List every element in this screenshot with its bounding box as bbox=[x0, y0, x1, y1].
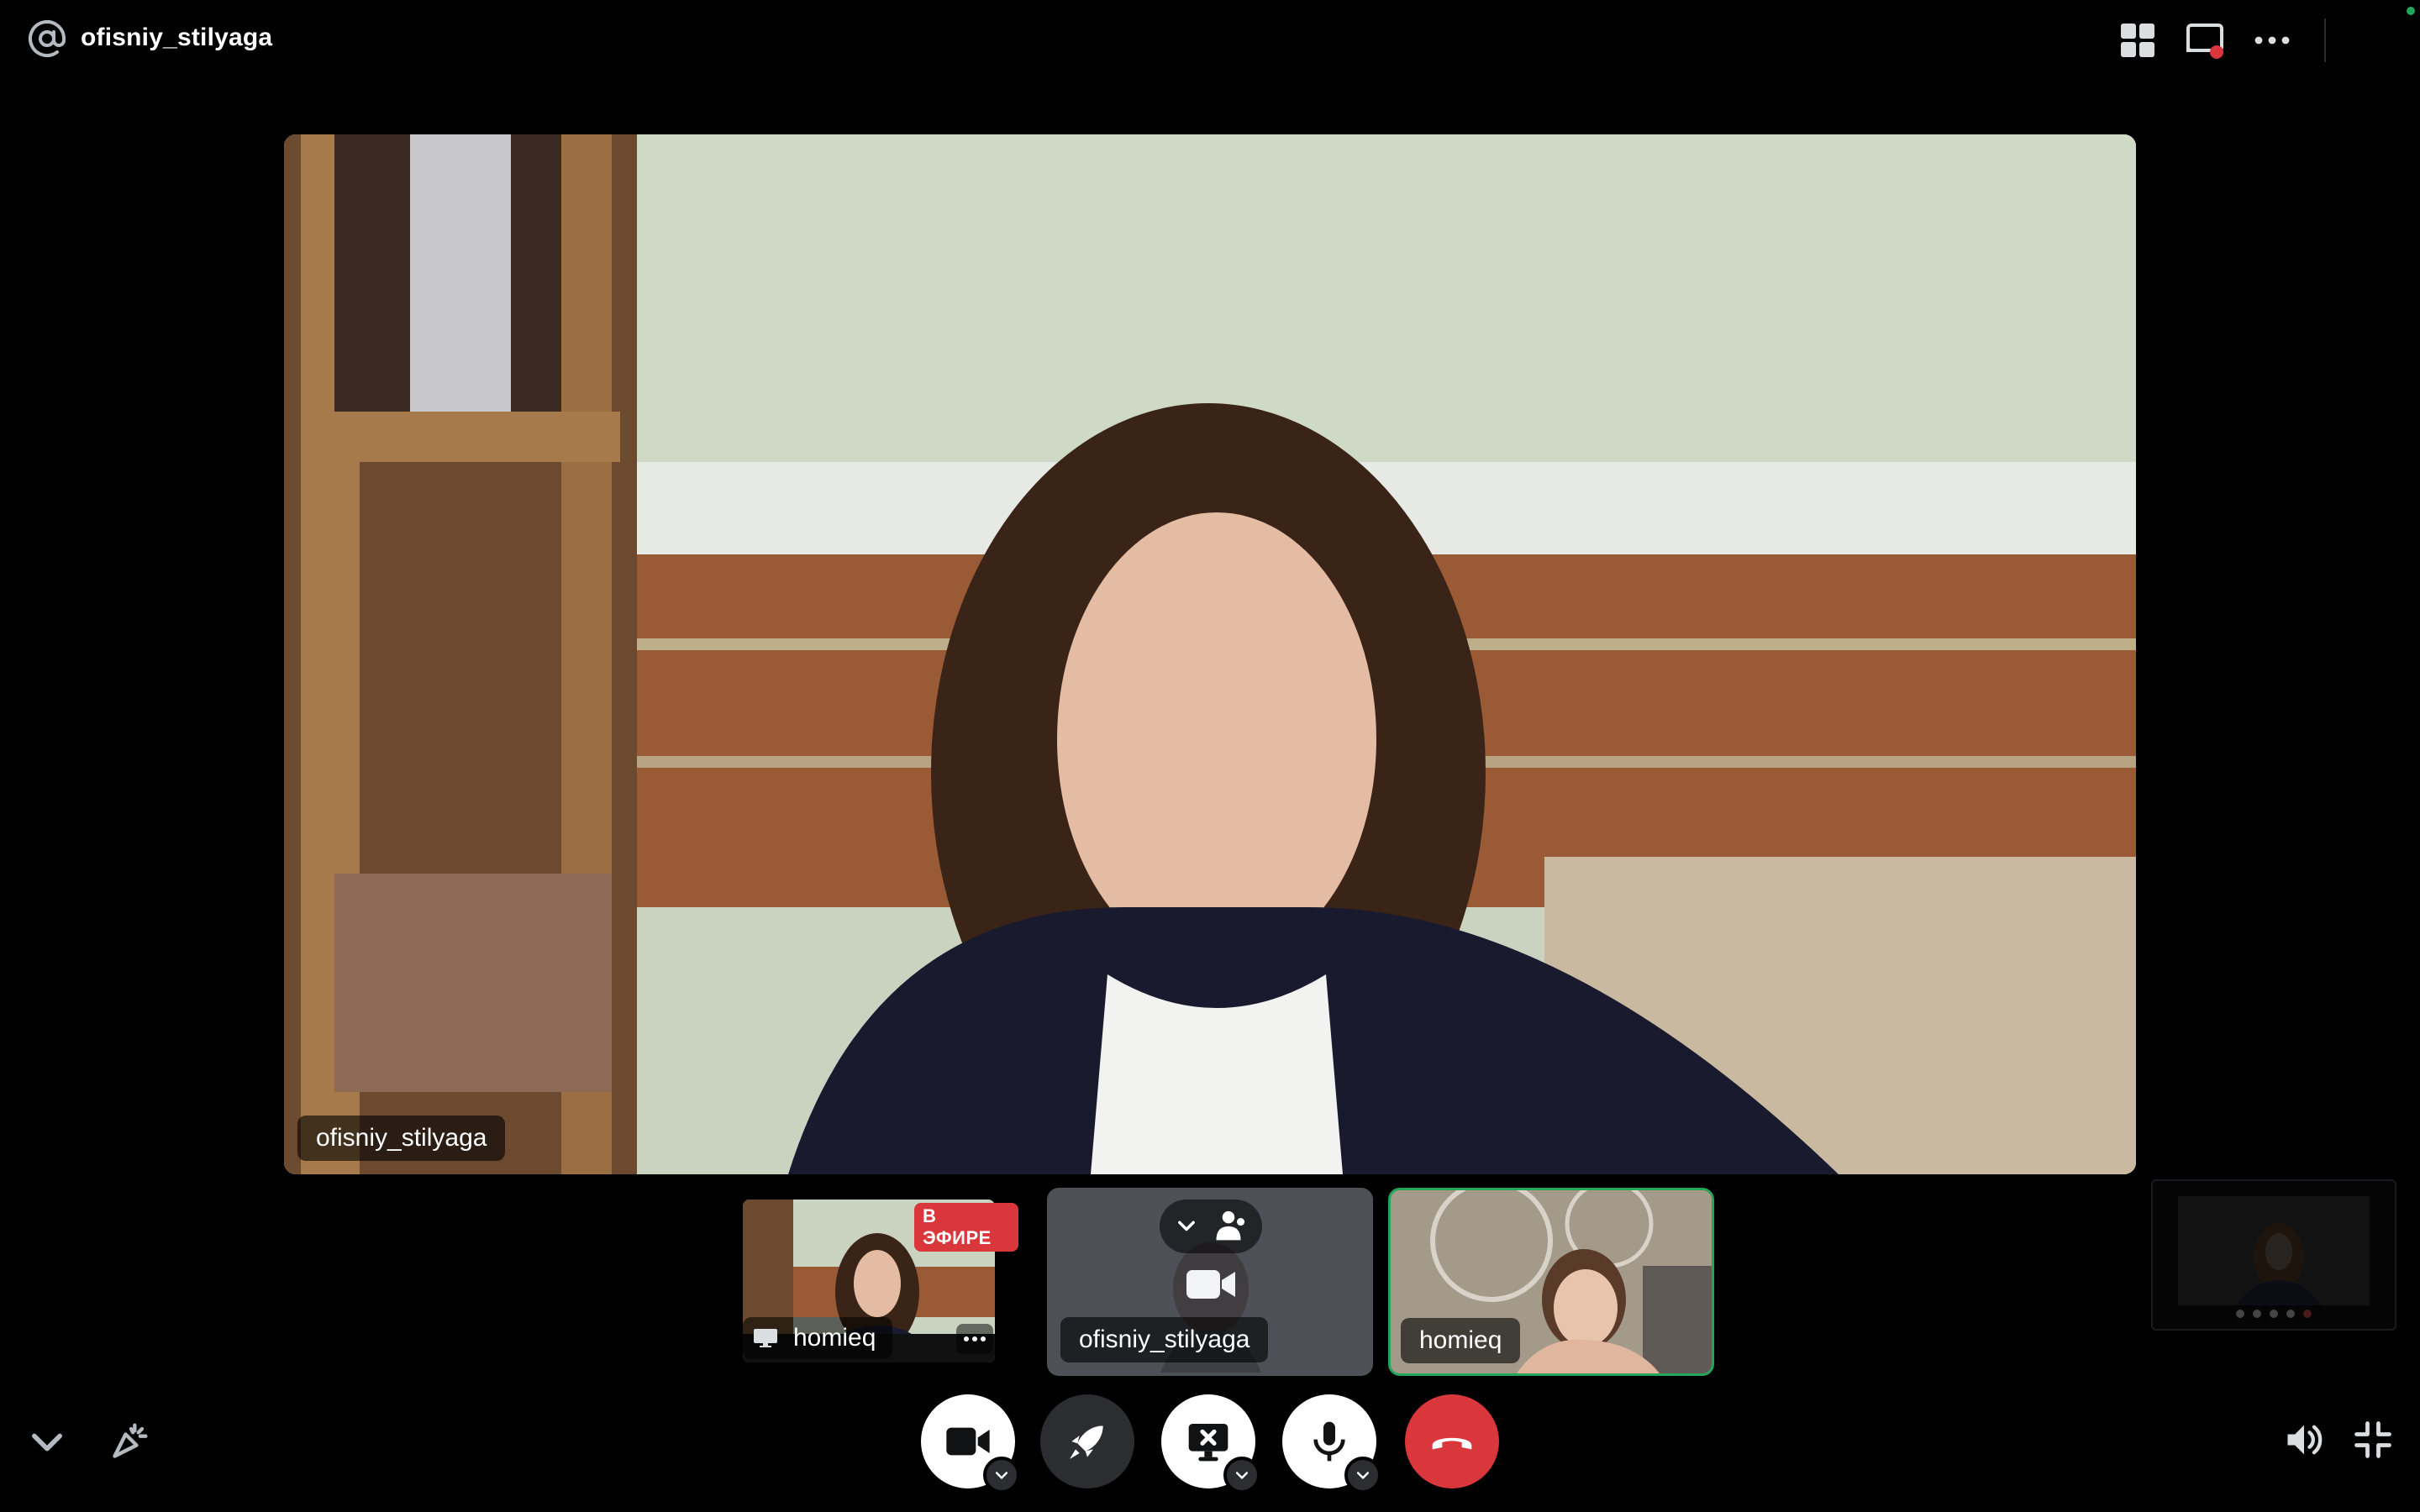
rocket-icon bbox=[1070, 1425, 1103, 1459]
camera-icon bbox=[946, 1427, 990, 1456]
stream-participant-label: homieq bbox=[793, 1324, 876, 1352]
popout-icon[interactable] bbox=[2185, 20, 2225, 60]
screen-share-options-button[interactable] bbox=[1223, 1457, 1260, 1494]
camera-button[interactable] bbox=[921, 1394, 1020, 1494]
chevron-down-icon bbox=[995, 1472, 1008, 1479]
more-options-icon[interactable] bbox=[2252, 20, 2292, 60]
tile-overlay-controls[interactable] bbox=[1160, 1200, 1262, 1253]
call-controls bbox=[0, 1394, 2420, 1512]
stream-more-icon[interactable] bbox=[956, 1324, 993, 1354]
mini-preview-thumbnail bbox=[2178, 1196, 2370, 1318]
microphone-icon bbox=[1313, 1421, 1345, 1462]
exit-fullscreen-icon[interactable] bbox=[2351, 1418, 2395, 1462]
top-bar: ofisniy_stilyaga bbox=[0, 0, 2420, 81]
video-frame-illustration bbox=[284, 134, 2136, 1174]
volume-icon[interactable] bbox=[2282, 1418, 2326, 1462]
chevron-down-icon[interactable] bbox=[25, 1420, 69, 1463]
self-tile[interactable]: ofisniy_stilyaga bbox=[1047, 1188, 1373, 1376]
screen-share-icon bbox=[754, 1329, 777, 1347]
microphone-options-button[interactable] bbox=[1344, 1457, 1381, 1494]
soundboard-icon[interactable] bbox=[109, 1418, 153, 1462]
chevron-down-icon bbox=[1235, 1472, 1249, 1479]
stream-tile[interactable]: В ЭФИРЕ homieq bbox=[713, 1188, 1018, 1376]
live-badge: В ЭФИРЕ bbox=[914, 1203, 1018, 1252]
hang-up-icon bbox=[1432, 1437, 1472, 1450]
channel-title: ofisniy_stilyaga bbox=[81, 24, 273, 51]
participants-icon[interactable] bbox=[1210, 1210, 1247, 1243]
hang-up-button[interactable] bbox=[1405, 1394, 1499, 1488]
main-video-feed[interactable]: ofisniy_stilyaga bbox=[284, 134, 2136, 1174]
at-sign-icon bbox=[29, 20, 66, 57]
chevron-down-icon bbox=[1356, 1472, 1370, 1479]
chevron-down-icon[interactable] bbox=[1175, 1215, 1198, 1238]
divider bbox=[2324, 18, 2326, 62]
screen-share-stop-icon bbox=[1188, 1424, 1228, 1462]
mini-preview[interactable] bbox=[2151, 1179, 2396, 1331]
self-name-tag: ofisniy_stilyaga bbox=[1060, 1317, 1269, 1362]
grid-layout-icon[interactable] bbox=[2118, 20, 2158, 60]
participant-tile[interactable]: homieq bbox=[1388, 1188, 1714, 1376]
microphone-button[interactable] bbox=[1282, 1394, 1381, 1494]
activities-button[interactable] bbox=[1040, 1394, 1134, 1488]
participant-name-tag: homieq bbox=[1401, 1318, 1521, 1363]
stop-screen-share-button[interactable] bbox=[1161, 1394, 1260, 1494]
status-dot bbox=[2407, 7, 2415, 15]
participant-name-tag: ofisniy_stilyaga bbox=[297, 1116, 506, 1161]
top-actions bbox=[2067, 0, 2420, 81]
camera-options-button[interactable] bbox=[983, 1457, 1020, 1494]
stream-name-tag: homieq bbox=[743, 1317, 893, 1359]
camera-off-icon bbox=[1186, 1270, 1235, 1299]
